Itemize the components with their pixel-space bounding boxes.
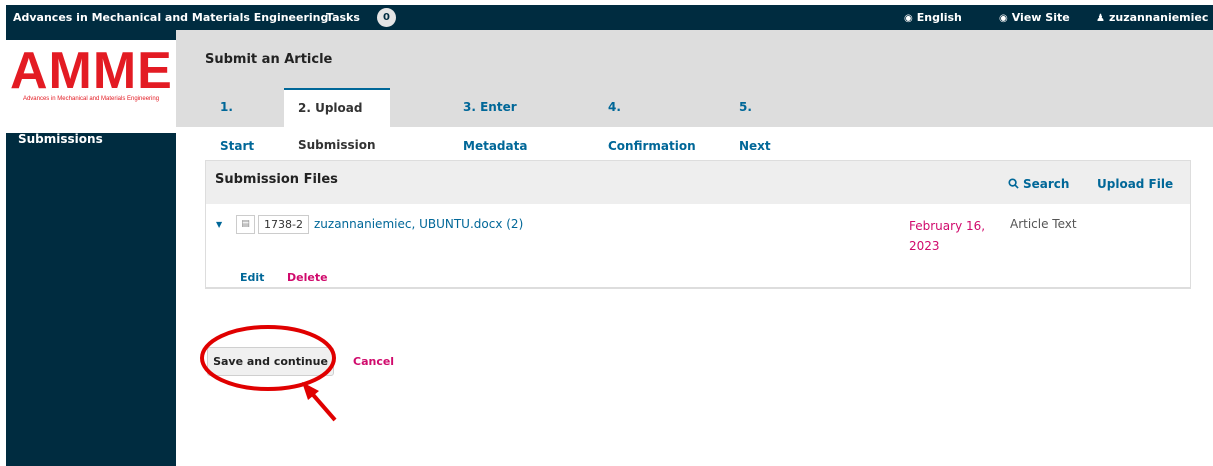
triangle-down-icon[interactable]: ▼ xyxy=(216,220,222,229)
panel-title: Submission Files xyxy=(215,172,338,187)
delete-file-link[interactable]: Delete xyxy=(287,271,328,284)
journal-logo[interactable]: AMME Advances in Mechanical and Material… xyxy=(6,40,176,133)
file-name-link[interactable]: zuzannaniemiec, UBUNTU.docx (2) xyxy=(314,217,523,231)
sidebar: AMME Advances in Mechanical and Material… xyxy=(6,30,176,466)
tab-start[interactable]: 1. Start xyxy=(220,88,254,153)
user-icon: ♟ xyxy=(1096,13,1105,24)
globe-icon: ◉ xyxy=(904,13,913,24)
file-id-badge: 1738-2 xyxy=(258,215,309,234)
submission-files-panel: Submission Files Search Upload File ▼ ▤ … xyxy=(205,160,1191,289)
tab-upload-submission[interactable]: 2. Upload Submission xyxy=(284,88,390,152)
search-label: Search xyxy=(1023,177,1070,191)
file-icon: ▤ xyxy=(236,215,255,234)
view-site-label: View Site xyxy=(1011,11,1070,24)
annotation-arrow-shaft xyxy=(306,387,337,422)
eye-icon: ◉ xyxy=(999,13,1008,24)
language-label: English xyxy=(916,11,962,24)
panel-header: Submission Files Search Upload File xyxy=(206,161,1190,204)
page-header: Submit an Article 1. Start 2. Upload Sub… xyxy=(176,30,1213,192)
file-type: Article Text xyxy=(1010,217,1077,231)
cancel-link[interactable]: Cancel xyxy=(353,355,394,368)
search-icon xyxy=(1008,178,1019,189)
search-files-link[interactable]: Search xyxy=(1008,177,1069,191)
site-name-link[interactable]: Advances in Mechanical and Materials Eng… xyxy=(13,11,328,24)
user-menu[interactable]: ♟ zuzannaniemiec xyxy=(1096,11,1208,24)
tasks-link[interactable]: Tasks xyxy=(326,11,360,24)
tab-enter-metadata[interactable]: 3. Enter Metadata xyxy=(463,88,527,153)
file-date: February 16, 2023 xyxy=(909,219,986,253)
edit-file-link[interactable]: Edit xyxy=(240,271,264,284)
logo-subtitle: Advances in Mechanical and Materials Eng… xyxy=(22,96,160,102)
view-site-link[interactable]: ◉ View Site xyxy=(999,11,1070,24)
logo-wordmark: AMME xyxy=(10,42,173,100)
tab-confirmation[interactable]: 4. Confirmation xyxy=(608,88,696,153)
tasks-count-badge[interactable]: 0 xyxy=(377,8,396,27)
sidebar-item-submissions[interactable]: Submissions xyxy=(18,132,103,146)
username-label: zuzannaniemiec xyxy=(1108,11,1209,24)
language-menu[interactable]: ◉ English xyxy=(904,11,962,24)
page: Advances in Mechanical and Materials Eng… xyxy=(0,0,1213,466)
annotation-arrow-head xyxy=(302,382,319,400)
top-bar: Advances in Mechanical and Materials Eng… xyxy=(6,5,1213,30)
save-and-continue-button[interactable]: Save and continue xyxy=(207,347,334,376)
page-title: Submit an Article xyxy=(205,52,333,67)
upload-file-link[interactable]: Upload File xyxy=(1097,177,1173,191)
tab-next-steps[interactable]: 5. Next Steps xyxy=(739,88,777,192)
